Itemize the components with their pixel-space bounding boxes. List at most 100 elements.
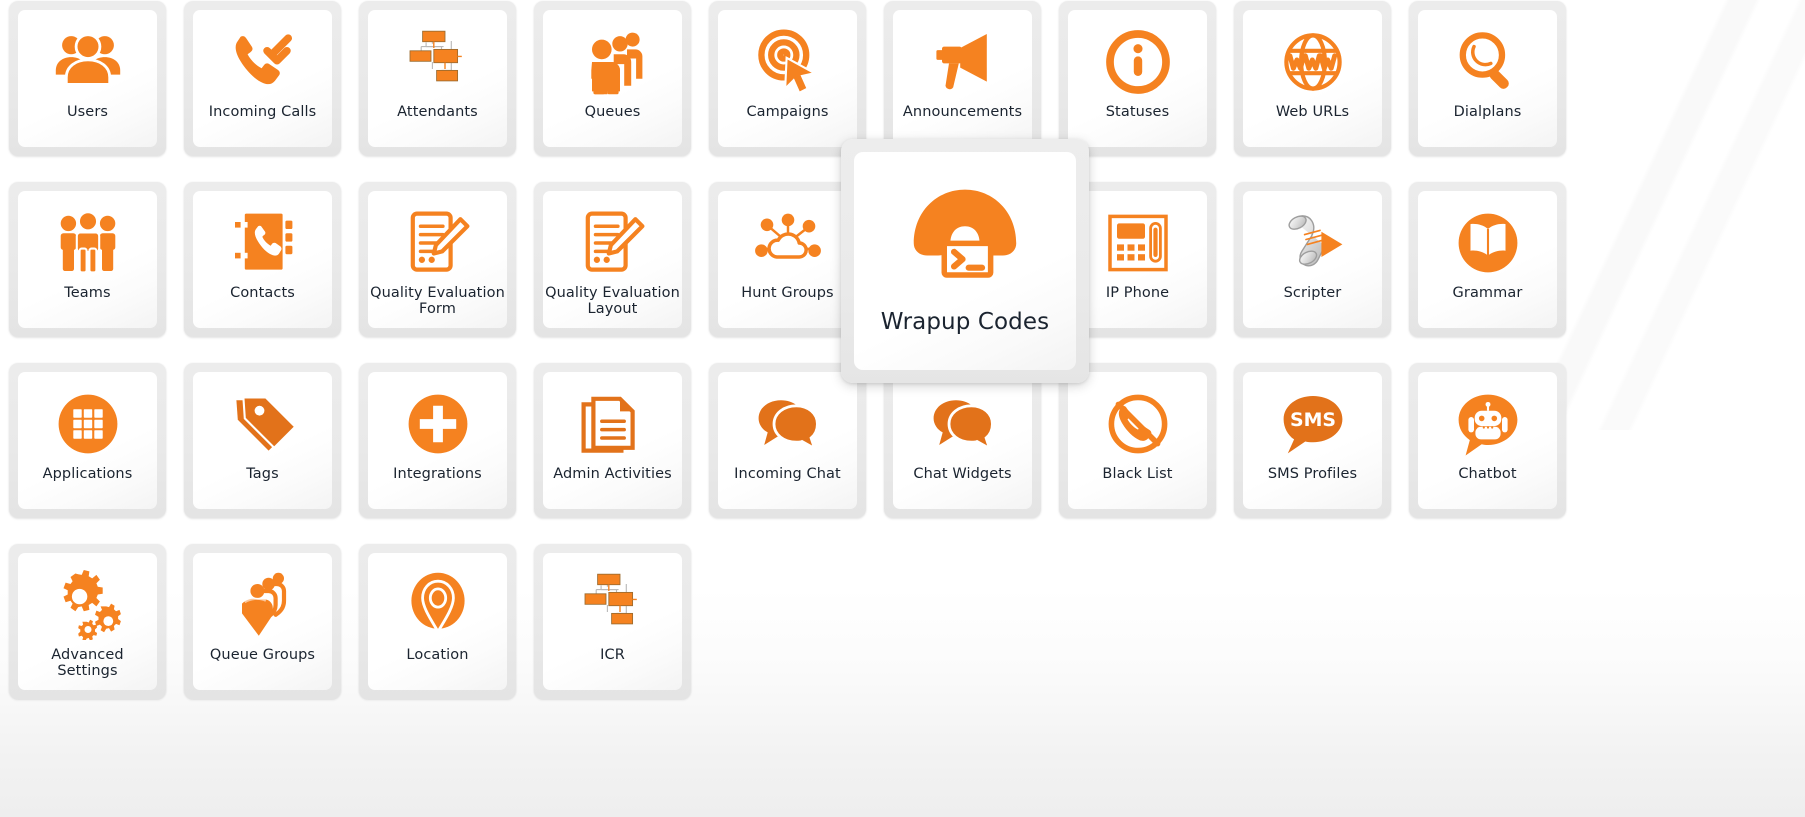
megaphone-icon: [924, 23, 1002, 101]
target-cursor-icon: [749, 23, 827, 101]
tile-web-urls[interactable]: Web URLs: [1234, 1, 1391, 156]
tile-label: Hunt Groups: [741, 285, 834, 301]
queue-groups-icon: [224, 566, 302, 644]
tile-label: Queues: [584, 104, 641, 120]
tile-label: Chatbot: [1458, 466, 1517, 482]
tile-label: Grammar: [1452, 285, 1523, 301]
hovered-tile-wrapup-codes[interactable]: Wrapup Codes: [841, 139, 1089, 383]
team-group-icon: [49, 204, 127, 282]
app-grid-icon: [49, 385, 127, 463]
tile-sms-profiles[interactable]: SMS SMS Profiles: [1234, 363, 1391, 518]
tile-card: Incoming Calls: [193, 10, 332, 147]
tile-card: Quality Evaluation Layout: [543, 191, 682, 328]
tile-card: Statuses: [1068, 10, 1207, 147]
tile-card: ICR: [543, 553, 682, 690]
chat-bubbles-icon: [749, 385, 827, 463]
tile-queues[interactable]: Queues: [534, 1, 691, 156]
tile-black-list[interactable]: Black List: [1059, 363, 1216, 518]
tile-card: Scripter: [1243, 191, 1382, 328]
magnifier-icon: [1449, 23, 1527, 101]
queue-people-icon: [574, 23, 652, 101]
tile-teams[interactable]: Teams: [9, 182, 166, 337]
tile-card: Queue Groups: [193, 553, 332, 690]
tile-incoming-chat[interactable]: Incoming Chat: [709, 363, 866, 518]
form-pencil-icon: [399, 204, 477, 282]
www-globe-icon: [1274, 23, 1352, 101]
tile-label: Chat Widgets: [913, 466, 1012, 482]
tile-label: Teams: [64, 285, 111, 301]
tile-users[interactable]: Users: [9, 1, 166, 156]
tile-label: Users: [66, 104, 109, 120]
tile-advanced-settings[interactable]: Advanced Settings: [9, 544, 166, 699]
chat-bubbles-icon: [924, 385, 1002, 463]
tile-quality-evaluation-form[interactable]: Quality Evaluation Form: [359, 182, 516, 337]
tile-incoming-calls[interactable]: Incoming Calls: [184, 1, 341, 156]
tile-card: Quality Evaluation Form: [368, 191, 507, 328]
tile-card: Attendants: [368, 10, 507, 147]
tile-grammar[interactable]: Grammar: [1409, 182, 1566, 337]
tile-label: Dialplans: [1453, 104, 1522, 120]
tile-queue-groups[interactable]: Queue Groups: [184, 544, 341, 699]
map-pin-icon: [399, 566, 477, 644]
tile-contacts[interactable]: Contacts: [184, 182, 341, 337]
tile-card: Contacts: [193, 191, 332, 328]
tile-label: Incoming Chat: [734, 466, 841, 482]
tile-label: Black List: [1102, 466, 1173, 482]
tile-dialplans[interactable]: Dialplans: [1409, 1, 1566, 156]
tile-card: Hunt Groups: [718, 191, 857, 328]
tile-label: Applications: [42, 466, 133, 482]
tile-label: IP Phone: [1105, 285, 1170, 301]
tile-location[interactable]: Location: [359, 544, 516, 699]
hovered-tile-card: Wrapup Codes: [854, 152, 1076, 370]
tile-statuses[interactable]: Statuses: [1059, 1, 1216, 156]
scroll-play-icon: [1274, 204, 1352, 282]
tile-label: Attendants: [397, 104, 478, 120]
tile-attendants[interactable]: Attendants: [359, 1, 516, 156]
tile-card: Grammar: [1418, 191, 1557, 328]
tile-label: Web URLs: [1275, 104, 1350, 120]
tile-admin-activities[interactable]: Admin Activities: [534, 363, 691, 518]
tile-chatbot[interactable]: Chatbot: [1409, 363, 1566, 518]
tile-card: Black List: [1068, 372, 1207, 509]
svg-text:SMS: SMS: [1289, 409, 1335, 431]
desk-phone-icon: [1099, 204, 1177, 282]
tile-card: SMS SMS Profiles: [1243, 372, 1382, 509]
tile-label: Tags: [246, 466, 279, 482]
tile-label: ICR: [600, 647, 625, 663]
tile-card: Announcements: [893, 10, 1032, 147]
tags-icon: [224, 385, 302, 463]
tile-card: Applications: [18, 372, 157, 509]
tile-card: Location: [368, 553, 507, 690]
chatbot-icon: [1449, 385, 1527, 463]
flowchart-icon: [399, 23, 477, 101]
plus-circle-icon: [399, 385, 477, 463]
tile-icr[interactable]: ICR: [534, 544, 691, 699]
tile-label: Announcements: [902, 104, 1023, 120]
tile-card: Teams: [18, 191, 157, 328]
documents-icon: [574, 385, 652, 463]
tile-scripter[interactable]: Scripter: [1234, 182, 1391, 337]
tile-chat-widgets[interactable]: Chat Widgets: [884, 363, 1041, 518]
flowchart-icon: [574, 566, 652, 644]
tile-integrations[interactable]: Integrations: [359, 363, 516, 518]
tile-announcements[interactable]: Announcements: [884, 1, 1041, 156]
tile-label: Location: [406, 647, 469, 663]
tile-applications[interactable]: Applications: [9, 363, 166, 518]
sms-bubble-icon: SMS: [1274, 385, 1352, 463]
tile-campaigns[interactable]: Campaigns: [709, 1, 866, 156]
tile-label: Scripter: [1283, 285, 1342, 301]
incoming-call-icon: [224, 23, 302, 101]
tile-tags[interactable]: Tags: [184, 363, 341, 518]
tile-label: Statuses: [1105, 104, 1170, 120]
cloud-network-icon: [749, 204, 827, 282]
tile-card: Chatbot: [1418, 372, 1557, 509]
tile-card: Users: [18, 10, 157, 147]
tile-quality-evaluation-layout[interactable]: Quality Evaluation Layout: [534, 182, 691, 337]
tile-label: Quality Evaluation Layout: [545, 285, 680, 317]
gears-icon: [49, 566, 127, 644]
tile-label: Incoming Calls: [208, 104, 317, 120]
tile-label: SMS Profiles: [1267, 466, 1358, 482]
tile-card: Integrations: [368, 372, 507, 509]
tile-card: Dialplans: [1418, 10, 1557, 147]
form-pencil-icon: [574, 204, 652, 282]
